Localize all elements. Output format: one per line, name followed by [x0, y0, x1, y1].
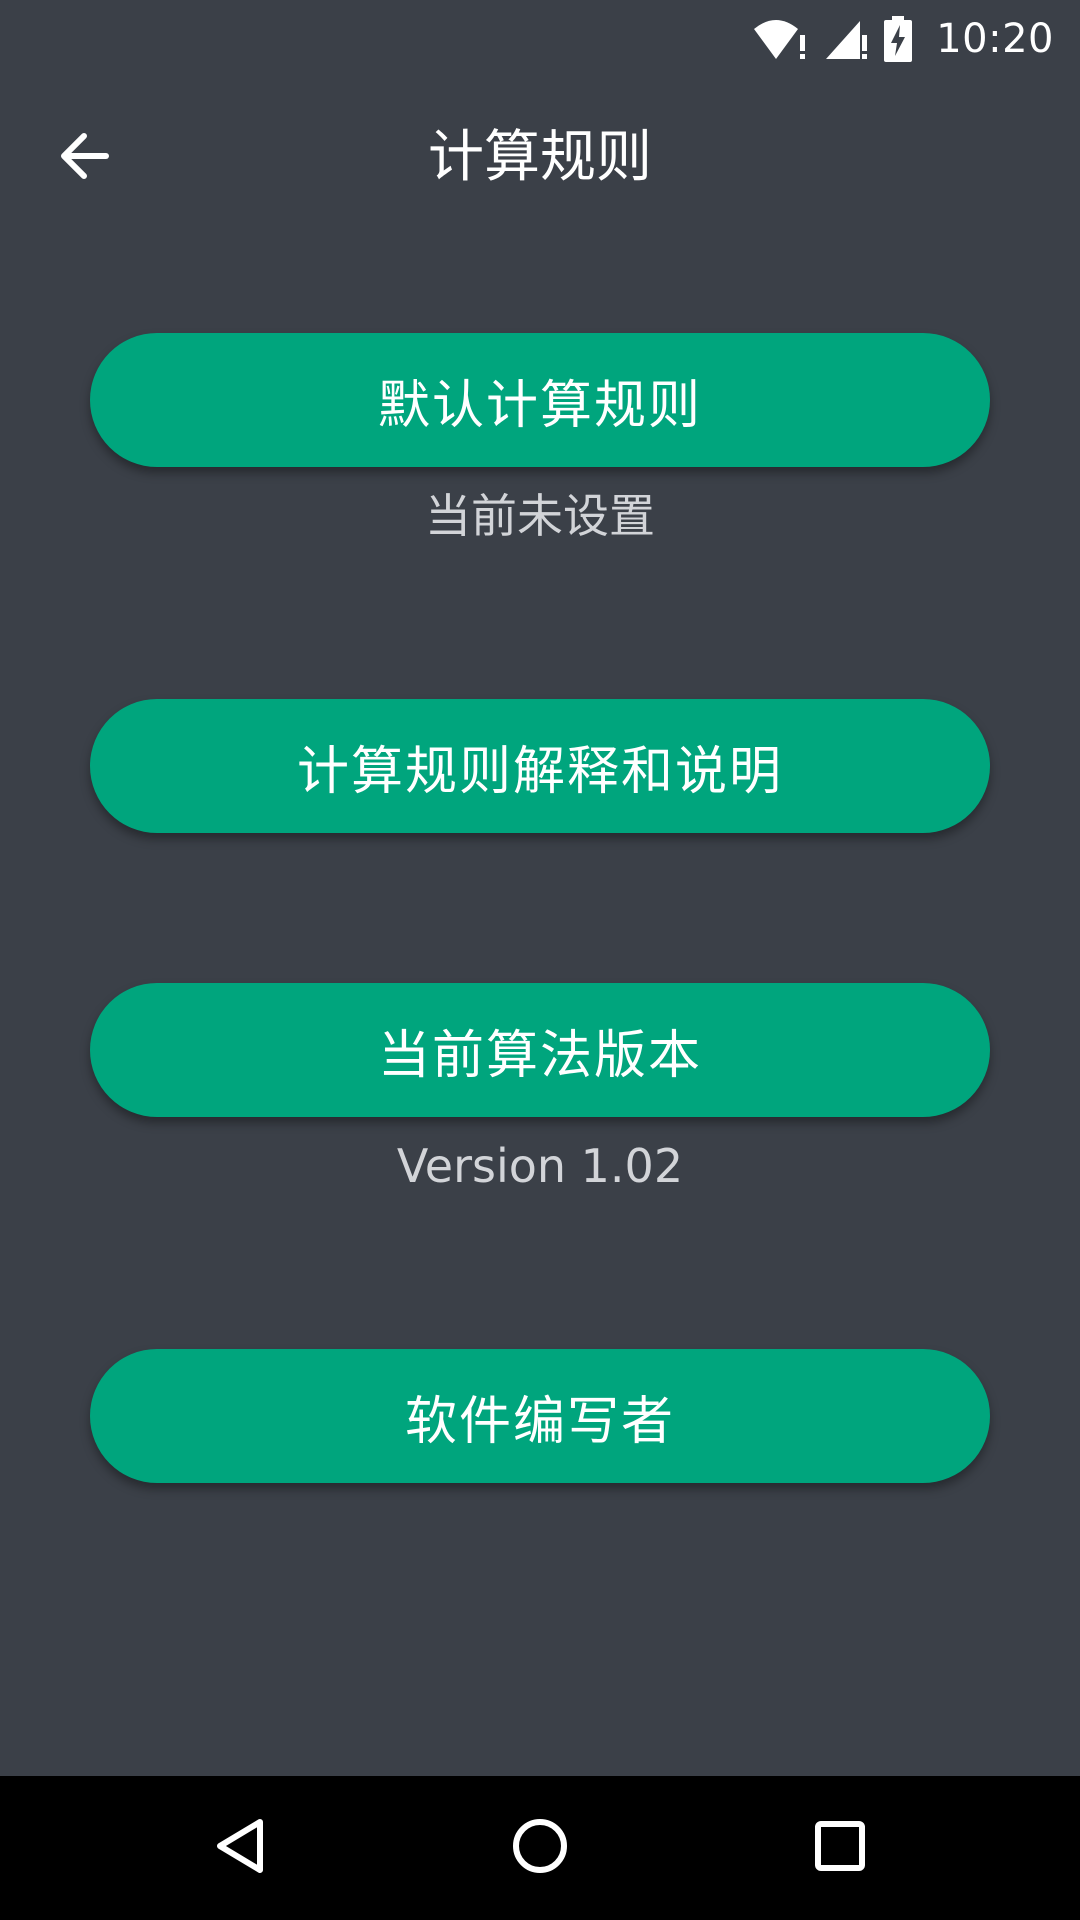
rule-explanation-button[interactable]: 计算规则解释和说明 [90, 699, 990, 833]
nav-home-button[interactable] [490, 1798, 590, 1898]
version-label: Version 1.02 [396, 1139, 684, 1193]
algorithm-version-button[interactable]: 当前算法版本 [90, 983, 990, 1117]
home-circle-icon [510, 1816, 570, 1880]
navigation-bar [0, 1776, 1080, 1920]
status-clock: 10:20 [936, 16, 1054, 62]
nav-recents-button[interactable] [790, 1798, 890, 1898]
wifi-alert-icon [752, 17, 810, 61]
page-title: 计算规则 [428, 125, 652, 190]
author-button[interactable]: 软件编写者 [90, 1349, 990, 1483]
recents-square-icon [810, 1816, 870, 1880]
battery-charging-icon [884, 16, 913, 62]
signal-alert-icon [824, 17, 870, 61]
default-rule-button[interactable]: 默认计算规则 [90, 333, 990, 467]
default-rule-status: 当前未设置 [425, 489, 655, 543]
nav-back-button[interactable] [190, 1798, 290, 1898]
toolbar: 计算规则 [0, 78, 1080, 242]
back-triangle-icon [210, 1816, 270, 1880]
screen: 10:20 计算规则 默认计算规则 当前未设置 计算规则解释和说明 当前算法版本… [0, 0, 1080, 1920]
status-bar: 10:20 [0, 0, 1080, 78]
